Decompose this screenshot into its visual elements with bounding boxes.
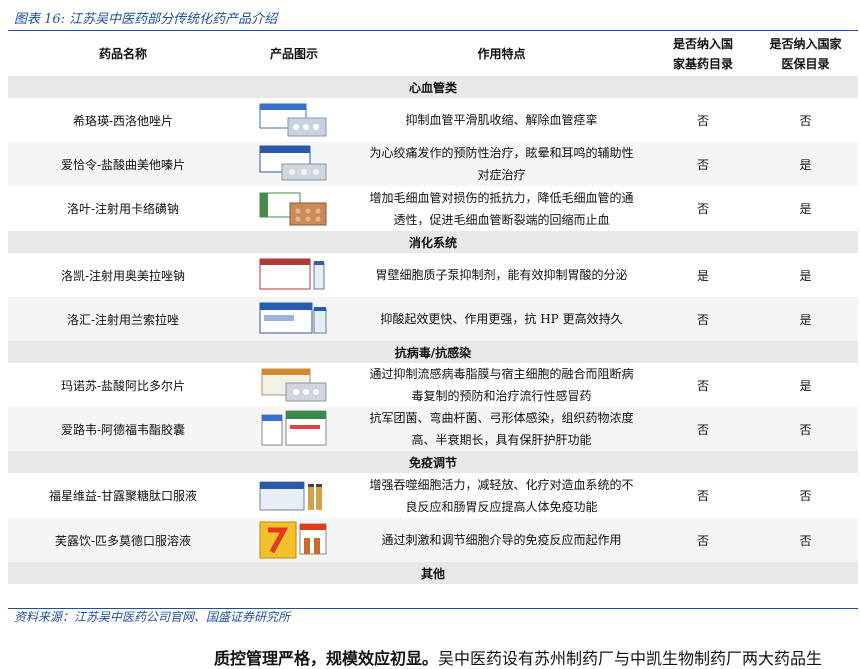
drug-name: 爱恰令-盐酸曲美他嗪片: [8, 142, 238, 186]
table-row: 希珞瑛-西洛他唑片 抑制血管平滑肌收缩、解除血管痉挛 否 否: [8, 98, 858, 142]
essential-value: 是: [696, 268, 709, 283]
drug-name: 玛诺苏-盐酸阿比多尔片: [60, 378, 186, 393]
feature-text: 抑制血管平滑肌收缩、解除血管痉挛: [405, 113, 598, 127]
table-row: 玛诺苏-盐酸阿比多尔片 通过抑制流感病毒脂膜与宿主细胞的融合而阻断病 毒复制的预防…: [8, 363, 858, 407]
insurance-value: 否: [753, 407, 858, 451]
feature-text: 抗军团菌、弯曲杆菌、弓形体感染，组织药物浓度 高、半衰期长，具有保肝护肝功能: [350, 407, 653, 451]
drug-name: 希珞瑛-西洛他唑片: [72, 113, 174, 128]
table-row: 洛汇-注射用兰索拉唑 抑酸起效更快、作用更强，抗 HP 更高效持久 否 是: [8, 297, 858, 341]
product-image: [238, 98, 350, 142]
category-row: 抗病毒/抗感染: [8, 341, 858, 363]
insurance-value: 是: [799, 378, 812, 393]
product-image: [238, 253, 350, 297]
category-label: 其他: [8, 562, 858, 584]
header-feature: 作用特点: [477, 47, 526, 61]
category-label: 消化系统: [8, 231, 858, 253]
header-image: 产品图示: [269, 47, 318, 61]
table-header: 药品名称 产品图示 作用特点 是否纳入国 家基药目录 是否纳入国家 医保目录: [8, 32, 858, 76]
insurance-value: 是: [753, 297, 858, 341]
category-row: 其他: [8, 562, 858, 584]
table-row: 洛凯-注射用奥美拉唑钠 胃壁细胞质子泵抑制剂，能有效抑制胃酸的分泌 是 是: [8, 253, 858, 297]
insurance-value: 是: [753, 142, 858, 186]
category-label: 免疫调节: [8, 451, 858, 473]
source-note: 资料来源：江苏吴中医药公司官网、国盛证券研究所: [14, 610, 291, 624]
insurance-value: 是: [799, 202, 812, 216]
essential-value: 否: [653, 142, 753, 186]
feature-text: 增强吞噬细胞活力，减轻放、化疗对造血系统的不 良反应和肠胃反应提高人体免疫功能: [369, 477, 634, 514]
product-image: [238, 407, 350, 451]
product-image: [238, 363, 350, 407]
product-image: [238, 518, 350, 562]
product-table: 药品名称 产品图示 作用特点 是否纳入国 家基药目录 是否纳入国家 医保目录 心血管…: [8, 32, 858, 584]
paragraph-lead: 质控管理严格，规模效应初显。: [214, 649, 439, 668]
drug-name: 福星维益-甘露聚糖肽口服液: [48, 489, 198, 503]
table-row: 爱恰令-盐酸曲美他嗪片 为心绞痛发作的预防性治疗，眩晕和耳鸣的辅助性 对症治疗 否…: [8, 142, 858, 186]
category-label: 抗病毒/抗感染: [8, 341, 858, 363]
header-name: 药品名称: [98, 47, 147, 61]
drug-name: 洛汇-注射用兰索拉唑: [8, 297, 238, 341]
table-row: 福星维益-甘露聚糖肽口服液 增强吞噬细胞活力，减轻放、化疗对造血系统的不 良反应和…: [8, 473, 858, 518]
category-row: 心血管类: [8, 76, 858, 98]
insurance-value: 是: [799, 268, 812, 283]
category-row: 消化系统: [8, 231, 858, 253]
drug-name: 芙露饮-匹多莫德口服溶液: [8, 518, 238, 562]
product-image: [238, 297, 350, 341]
product-image: [238, 186, 350, 231]
essential-value: 否: [653, 297, 753, 341]
feature-text: 通过抑制流感病毒脂膜与宿主细胞的融合而阻断病 毒复制的预防和治疗流行性感冒药: [369, 367, 634, 403]
feature-text: 为心绞痛发作的预防性治疗，眩晕和耳鸣的辅助性 对症治疗: [350, 142, 653, 186]
essential-value: 否: [696, 378, 709, 393]
feature-text: 胃壁细胞质子泵抑制剂，能有效抑制胃酸的分泌: [375, 268, 628, 282]
essential-value: 否: [653, 407, 753, 451]
drug-name: 爱路韦-阿德福韦酯胶囊: [8, 407, 238, 451]
feature-text: 抑酸起效更快、作用更强，抗 HP 更高效持久: [350, 297, 653, 341]
category-label: 心血管类: [8, 76, 858, 98]
essential-value: 否: [696, 489, 709, 503]
figure-caption: 图表 16: 江苏吴中医药部分传统化药产品介绍: [14, 12, 278, 27]
drug-name: 洛叶-注射用卡络磺钠: [66, 202, 180, 216]
table-row: 芙露饮-匹多莫德口服溶液 通过刺激和调节细胞介导的免疫反应而起作用 否 否: [8, 518, 858, 562]
essential-value: 否: [696, 202, 709, 216]
product-image: [238, 473, 350, 518]
feature-text: 通过刺激和调节细胞介导的免疫反应而起作用: [350, 518, 653, 562]
feature-text: 增加毛细血管对损伤的抵抗力，降低毛细血管的通 透性，促进毛细血管断裂端的回缩而止血: [369, 190, 634, 227]
category-row: 免疫调节: [8, 451, 858, 473]
essential-value: 否: [653, 518, 753, 562]
insurance-value: 否: [799, 489, 812, 503]
table-row: 爱路韦-阿德福韦酯胶囊 抗军团菌、弯曲杆菌、弓形体感染，组织药物浓度 高、半衰期长…: [8, 407, 858, 451]
insurance-value: 否: [799, 113, 812, 128]
top-rule: [8, 30, 858, 31]
paragraph-text: 吴中医药设有苏州制药厂与中凯生物制药厂两大药品生: [438, 649, 823, 668]
header-insurance: 是否纳入国家 医保目录: [769, 37, 842, 71]
body-paragraph: 质控管理严格，规模效应初显。吴中医药设有苏州制药厂与中凯生物制药厂两大药品生: [214, 645, 822, 669]
essential-value: 否: [696, 113, 709, 128]
insurance-value: 否: [753, 518, 858, 562]
header-essential: 是否纳入国 家基药目录: [672, 37, 733, 71]
drug-name: 洛凯-注射用奥美拉唑钠: [60, 268, 186, 283]
product-image: [238, 142, 350, 186]
table-row: 洛叶-注射用卡络磺钠 增加毛细血管对损伤的抵抗力，降低毛细血管的通 透性，促进毛细…: [8, 186, 858, 231]
